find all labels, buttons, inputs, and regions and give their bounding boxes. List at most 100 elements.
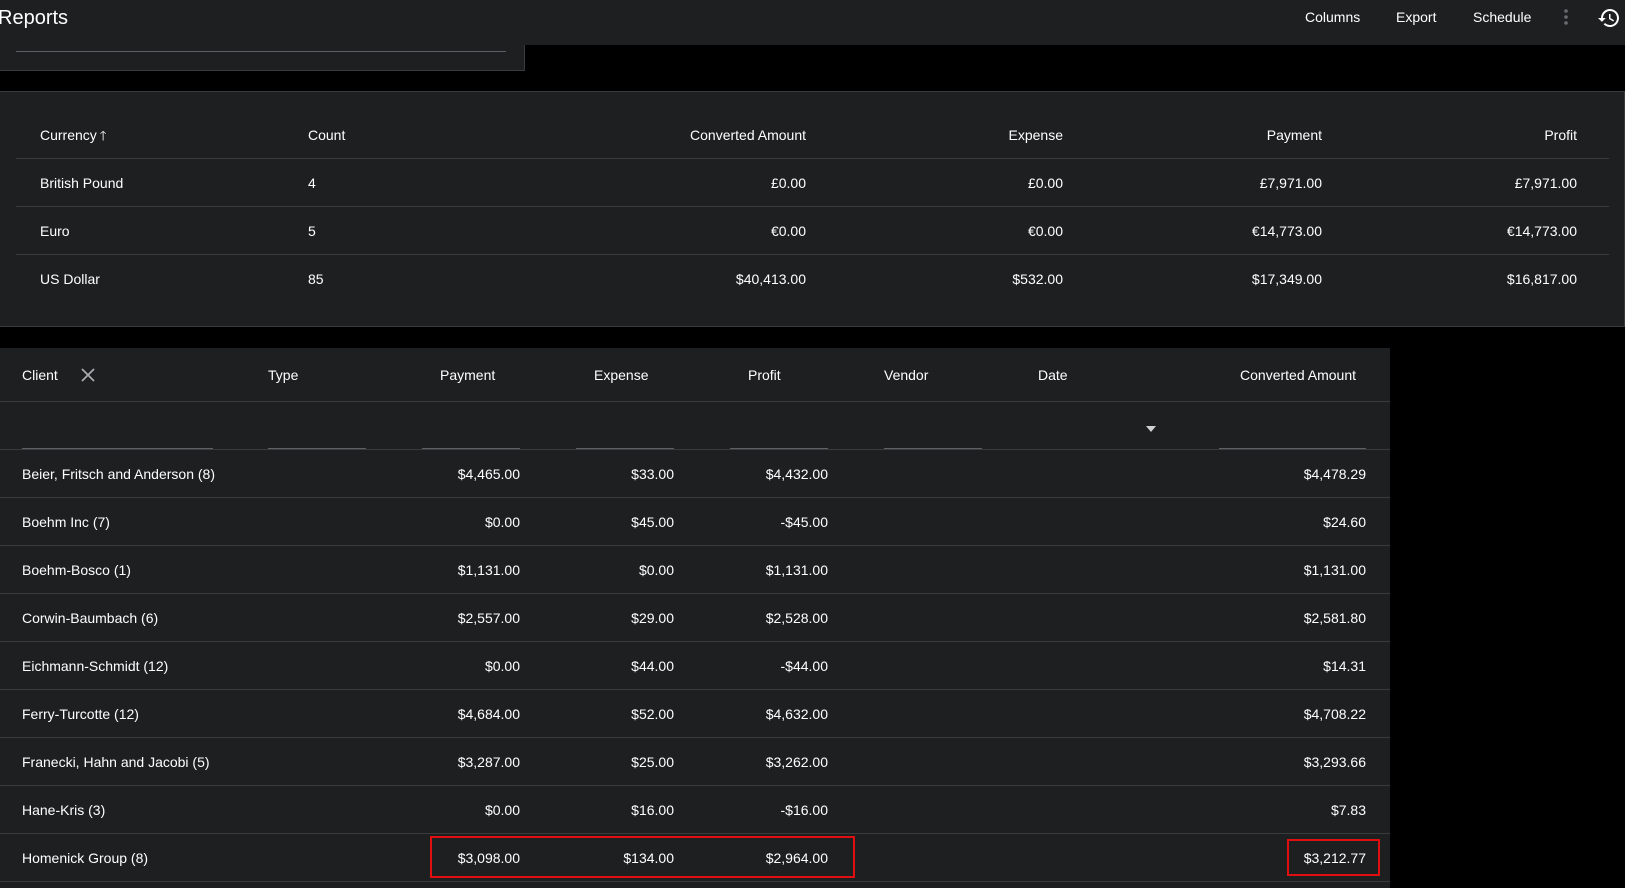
detail-header-payment[interactable]: Payment — [440, 348, 495, 402]
summary-header-expense[interactable]: Expense — [863, 111, 1063, 159]
client-detail-table: Client Type Payment Expense Profit Vendo… — [0, 348, 1390, 888]
table-row[interactable]: Franecki, Hahn and Jacobi (5) $3,287.00 … — [0, 738, 1390, 786]
detail-header-expense[interactable]: Expense — [594, 348, 648, 402]
filter-input-underline[interactable] — [16, 51, 506, 52]
top-app-bar: Reports Columns Export Schedule — [0, 0, 1625, 45]
summary-header-profit[interactable]: Profit — [1377, 111, 1577, 159]
export-button[interactable]: Export — [1396, 9, 1436, 25]
converted-amount-cell: €0.00 — [770, 223, 806, 239]
expense-cell: $532.00 — [1012, 271, 1063, 287]
converted-amount-cell: $1,131.00 — [1303, 562, 1366, 578]
table-row[interactable]: Ferry-Turcotte (12) $4,684.00 $52.00 $4,… — [0, 690, 1390, 738]
expense-cell: $16.00 — [631, 802, 674, 818]
payment-cell: $2,557.00 — [457, 610, 520, 626]
summary-row[interactable]: British Pound 4 £0.00 £0.00 £7,971.00 £7… — [16, 159, 1609, 207]
count-cell: 4 — [308, 175, 316, 191]
client-filter-input[interactable] — [22, 448, 213, 449]
expense-cell: €0.00 — [1027, 223, 1063, 239]
converted-amount-cell: $24.60 — [1323, 514, 1366, 530]
client-cell: Homenick Group (8) — [22, 850, 149, 866]
detail-header-vendor[interactable]: Vendor — [884, 348, 928, 402]
converted-amount-cell: £0.00 — [770, 175, 806, 191]
converted-amount-cell: $7.83 — [1330, 802, 1366, 818]
detail-header-row: Client Type Payment Expense Profit Vendo… — [0, 348, 1390, 402]
profit-cell: $4,632.00 — [765, 706, 828, 722]
profit-cell: -$44.00 — [780, 658, 828, 674]
profit-cell: €14,773.00 — [1506, 223, 1577, 239]
close-icon[interactable] — [80, 367, 96, 383]
table-row[interactable]: Boehm-Bosco (1) $1,131.00 $0.00 $1,131.0… — [0, 546, 1390, 594]
detail-header-converted-amount[interactable]: Converted Amount — [1160, 348, 1356, 402]
client-cell: Boehm-Bosco (1) — [22, 562, 131, 578]
converted-amount-cell: $14.31 — [1323, 658, 1366, 674]
expense-cell: $33.00 — [631, 466, 674, 482]
count-cell: 5 — [308, 223, 316, 239]
expense-cell: $25.00 — [631, 754, 674, 770]
profit-cell: $2,528.00 — [765, 610, 828, 626]
count-cell: 85 — [308, 271, 324, 287]
payment-filter-input[interactable] — [422, 448, 520, 449]
more-vert-icon[interactable] — [1561, 8, 1571, 26]
type-filter-input[interactable] — [268, 448, 366, 449]
converted-amount-cell: $2,581.80 — [1303, 610, 1366, 626]
history-icon[interactable] — [1597, 6, 1621, 30]
table-row[interactable]: Hane-Kris (3) $0.00 $16.00 -$16.00 $7.83 — [0, 786, 1390, 834]
expense-cell: $29.00 — [631, 610, 674, 626]
converted-amount-filter-input[interactable] — [1219, 448, 1366, 449]
payment-cell: €14,773.00 — [1251, 223, 1322, 239]
converted-amount-cell: $3,293.66 — [1303, 754, 1366, 770]
summary-header-count[interactable]: Count — [308, 111, 345, 159]
payment-cell: $0.00 — [484, 514, 520, 530]
column-filter-row — [0, 402, 1390, 450]
expense-cell: £0.00 — [1027, 175, 1063, 191]
table-row[interactable]: Corwin-Baumbach (6) $2,557.00 $29.00 $2,… — [0, 594, 1390, 642]
currency-cell: British Pound — [40, 175, 124, 191]
profit-cell: $3,262.00 — [765, 754, 828, 770]
profit-cell: -$45.00 — [780, 514, 828, 530]
currency-cell: Euro — [40, 223, 70, 239]
expense-cell: $45.00 — [631, 514, 674, 530]
detail-header-client[interactable]: Client — [22, 348, 58, 402]
arrow-drop-down-icon[interactable] — [1146, 426, 1156, 432]
client-cell: Ferry-Turcotte (12) — [22, 706, 139, 722]
payment-cell: $3,287.00 — [457, 754, 520, 770]
payment-cell: £7,971.00 — [1259, 175, 1322, 191]
summary-row[interactable]: Euro 5 €0.00 €0.00 €14,773.00 €14,773.00 — [16, 207, 1609, 255]
payment-cell: $17,349.00 — [1251, 271, 1322, 287]
filter-card — [0, 45, 525, 71]
expense-filter-input[interactable] — [576, 448, 674, 449]
schedule-button[interactable]: Schedule — [1473, 9, 1531, 25]
client-cell: Beier, Fritsch and Anderson (8) — [22, 466, 215, 482]
columns-button[interactable]: Columns — [1305, 9, 1360, 25]
client-cell: Corwin-Baumbach (6) — [22, 610, 159, 626]
page-title: Reports — [0, 7, 69, 29]
detail-header-date[interactable]: Date — [1038, 348, 1068, 402]
summary-header-payment[interactable]: Payment — [1122, 111, 1322, 159]
payment-cell: $0.00 — [484, 802, 520, 818]
payment-cell: $1,131.00 — [457, 562, 520, 578]
summary-header-currency[interactable]: Currency 🡑 — [40, 111, 107, 159]
client-cell: Franecki, Hahn and Jacobi (5) — [22, 754, 210, 770]
table-row[interactable]: Boehm Inc (7) $0.00 $45.00 -$45.00 $24.6… — [0, 498, 1390, 546]
highlight-box-amounts — [430, 836, 855, 878]
summary-row[interactable]: US Dollar 85 $40,413.00 $532.00 $17,349.… — [16, 255, 1609, 303]
client-cell: Boehm Inc (7) — [22, 514, 110, 530]
table-row[interactable]: Beier, Fritsch and Anderson (8) $4,465.0… — [0, 450, 1390, 498]
summary-header-converted-amount[interactable]: Converted Amount — [576, 111, 806, 159]
profit-filter-input[interactable] — [730, 448, 828, 449]
expense-cell: $52.00 — [631, 706, 674, 722]
profit-cell: £7,971.00 — [1514, 175, 1577, 191]
expense-cell: $44.00 — [631, 658, 674, 674]
profit-cell: $1,131.00 — [765, 562, 828, 578]
table-row[interactable]: Eichmann-Schmidt (12) $0.00 $44.00 -$44.… — [0, 642, 1390, 690]
profit-cell: $4,432.00 — [765, 466, 828, 482]
detail-header-type[interactable]: Type — [268, 348, 298, 402]
detail-header-profit[interactable]: Profit — [748, 348, 781, 402]
payment-cell: $4,465.00 — [457, 466, 520, 482]
currency-cell: US Dollar — [40, 271, 100, 287]
expense-cell: $0.00 — [638, 562, 674, 578]
highlight-box-converted — [1287, 839, 1380, 876]
client-cell: Eichmann-Schmidt (12) — [22, 658, 169, 674]
vendor-filter-input[interactable] — [884, 448, 982, 449]
payment-cell: $0.00 — [484, 658, 520, 674]
